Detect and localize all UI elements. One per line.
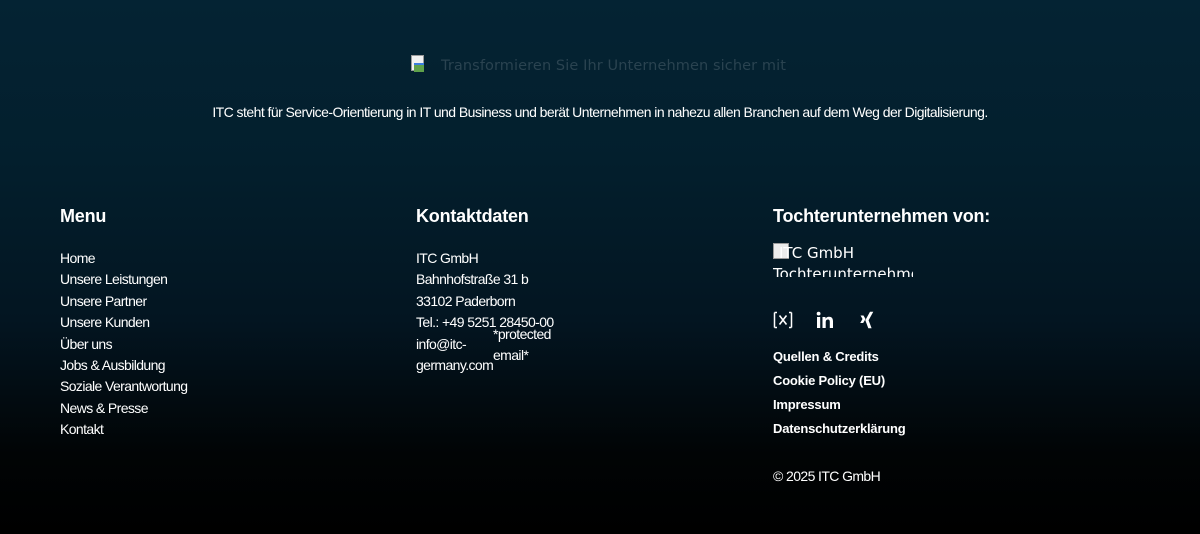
contact-street: Bahnhofstraße 31 b — [416, 271, 529, 288]
xing-icon[interactable] — [857, 310, 877, 330]
link-cookie-policy[interactable]: Cookie Policy (EU) — [773, 369, 906, 393]
x-icon[interactable] — [773, 310, 793, 330]
menu-heading: Menu — [60, 206, 107, 226]
legal-links: Quellen & Credits Cookie Policy (EU) Imp… — [773, 345, 906, 441]
menu-item-kunden[interactable]: Unsere Kunden — [60, 312, 188, 333]
footer-menu-column: Menu Home Unsere Leistungen Unsere Partn… — [60, 205, 360, 437]
menu-item-home[interactable]: Home — [60, 248, 188, 269]
menu-item-partner[interactable]: Unsere Partner — [60, 291, 188, 312]
subsidiary-heading: Tochterunternehmen von: — [773, 206, 991, 226]
menu-item-kontakt[interactable]: Kontakt — [60, 419, 188, 440]
parent-logo-alt-line2: Tochterunternehmen — [773, 265, 913, 277]
link-quellen-credits[interactable]: Quellen & Credits — [773, 345, 906, 369]
menu-item-soziale-verantwortung[interactable]: Soziale Verantwortung — [60, 376, 188, 397]
contact-company: ITC GmbH — [416, 250, 479, 266]
parent-logo-alt: ITC GmbH — [779, 244, 854, 262]
parent-company-logo[interactable]: ITC GmbH Tochterunternehmen — [773, 243, 913, 277]
logo-alt-text: Transformieren Sie Ihr Unternehmen siche… — [441, 58, 787, 74]
link-datenschutz[interactable]: Datenschutzerklärung — [773, 417, 906, 441]
linkedin-icon[interactable] — [815, 310, 835, 330]
footer-contact-column: Kontaktdaten ITC GmbH Bahnhofstraße 31 b… — [416, 205, 736, 373]
contact-details: ITC GmbH Bahnhofstraße 31 b 33102 Paderb… — [416, 248, 554, 377]
contact-email-link[interactable]: info@itc-germany.com — [416, 334, 496, 377]
company-tagline: ITC steht für Service-Orientierung in IT… — [212, 104, 988, 120]
footer-subsidiary-column: Tochterunternehmen von: ITC GmbH Tochter… — [773, 205, 1153, 484]
contact-email-row: info@itc-germany.com *protected email* — [416, 326, 554, 377]
menu-item-jobs[interactable]: Jobs & Ausbildung — [60, 355, 188, 376]
link-impressum[interactable]: Impressum — [773, 393, 906, 417]
contact-city: 33102 Paderborn — [416, 292, 516, 309]
menu-item-ueber-uns[interactable]: Über uns — [60, 334, 188, 355]
copyright: © 2025 ITC GmbH — [773, 468, 881, 484]
contact-heading: Kontaktdaten — [416, 206, 529, 226]
company-logo[interactable]: Transformieren Sie Ihr Unternehmen siche… — [410, 54, 786, 76]
contact-email-protected[interactable]: *protected email* — [493, 324, 563, 366]
menu-item-news[interactable]: News & Presse — [60, 398, 188, 419]
menu-item-leistungen[interactable]: Unsere Leistungen — [60, 269, 188, 290]
social-links — [773, 310, 877, 330]
broken-image-icon — [410, 55, 426, 72]
footer-menu-list: Home Unsere Leistungen Unsere Partner Un… — [60, 248, 188, 441]
